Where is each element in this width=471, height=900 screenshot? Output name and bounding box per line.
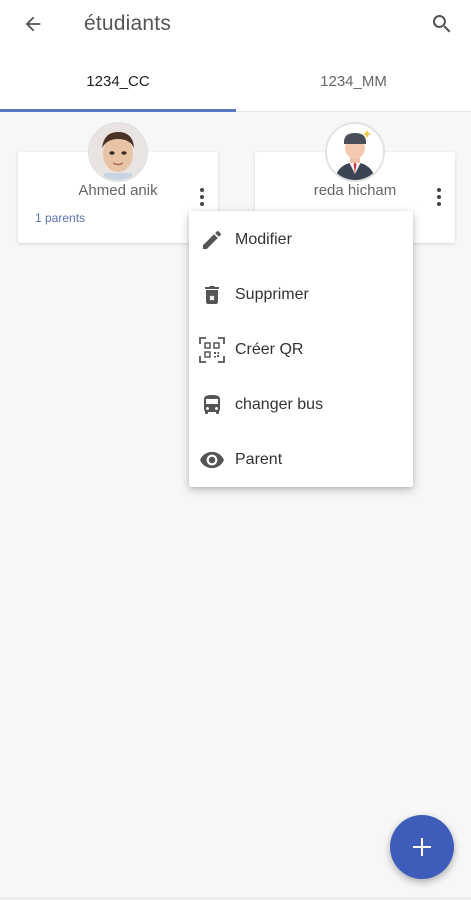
menu-item-creer-qr[interactable]: Créer QR — [189, 322, 413, 377]
menu-item-parent[interactable]: Parent — [189, 432, 413, 487]
plus-icon — [413, 838, 431, 856]
menu-item-modifier[interactable]: Modifier — [189, 212, 413, 267]
student-card[interactable]: Ahmed anik 1 parents — [18, 122, 218, 243]
student-name: reda hicham — [313, 182, 397, 199]
qr-code-icon — [199, 336, 225, 363]
dot — [200, 202, 204, 206]
pencil-icon — [199, 227, 225, 253]
dot — [437, 188, 441, 192]
menu-item-label: changer bus — [235, 395, 324, 413]
more-options-button[interactable] — [194, 185, 210, 209]
add-student-button[interactable] — [390, 815, 454, 879]
tab-1234-mm[interactable]: 1234_MM — [236, 50, 471, 112]
parents-count-link[interactable]: 1 parents — [35, 211, 85, 225]
search-icon — [432, 15, 451, 33]
tab-1234-cc[interactable]: 1234_CC — [0, 50, 236, 112]
menu-item-label: Créer QR — [235, 340, 304, 358]
child-photo-avatar — [90, 124, 146, 180]
eye-icon — [199, 447, 225, 473]
tab-label: 1234_CC — [86, 72, 150, 90]
search-button[interactable] — [425, 8, 459, 40]
menu-item-changer-bus[interactable]: changer bus — [189, 377, 413, 432]
app-bar: étudiants — [0, 0, 471, 50]
businessman-avatar — [327, 124, 383, 180]
tab-label: 1234_MM — [320, 72, 387, 90]
student-avatar — [88, 122, 148, 182]
student-options-menu: Modifier Supprimer Créer QR changer bus … — [189, 211, 413, 487]
dot — [437, 195, 441, 199]
active-tab-indicator — [0, 109, 236, 112]
student-name: Ahmed anik — [78, 182, 158, 199]
trash-icon — [199, 282, 225, 308]
dot — [200, 195, 204, 199]
menu-item-supprimer[interactable]: Supprimer — [189, 267, 413, 322]
menu-item-label: Parent — [235, 450, 283, 468]
class-tabs: 1234_CC 1234_MM — [0, 50, 471, 112]
bus-icon — [199, 392, 225, 418]
student-avatar — [325, 122, 385, 182]
page-title: étudiants — [84, 12, 172, 35]
more-options-button[interactable] — [431, 185, 447, 209]
back-button[interactable] — [16, 8, 50, 40]
menu-item-label: Supprimer — [235, 285, 309, 303]
dot — [437, 202, 441, 206]
menu-item-label: Modifier — [235, 230, 292, 248]
dot — [200, 188, 204, 192]
arrow-left-icon — [25, 16, 41, 32]
